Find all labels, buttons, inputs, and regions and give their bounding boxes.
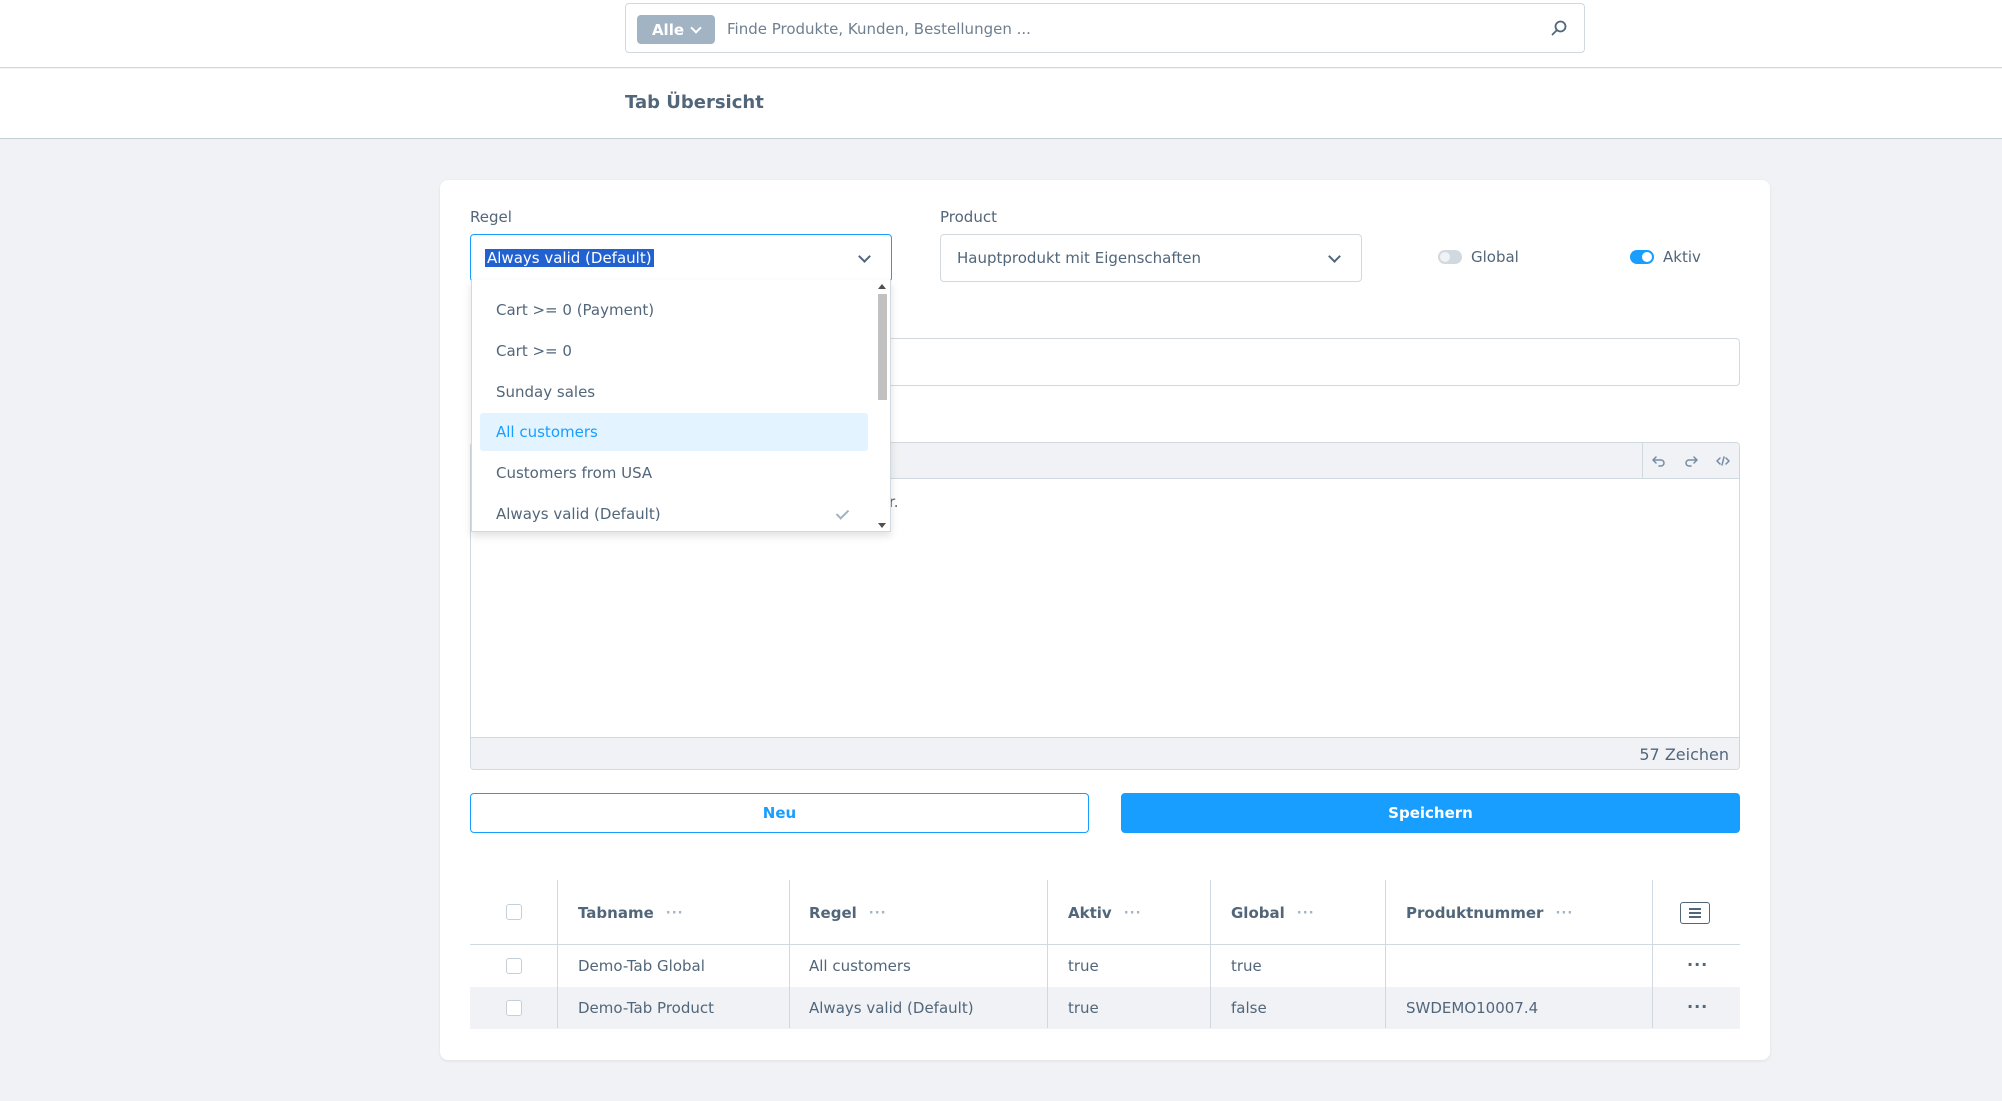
row-action-menu[interactable]: ··· (1687, 997, 1708, 1016)
dropdown-option[interactable]: Sunday sales (480, 373, 868, 411)
column-header-aktiv[interactable]: Aktiv ··· (1068, 904, 1142, 922)
cell-global: false (1231, 999, 1267, 1017)
cell-global: true (1231, 957, 1262, 975)
table-row[interactable]: Demo-Tab Global All customers true true … (470, 945, 1740, 987)
smart-bar (0, 69, 2002, 139)
dropdown-scrollbar[interactable] (874, 280, 890, 531)
new-button[interactable]: Neu (470, 793, 1089, 833)
product-select[interactable]: Hauptprodukt mit Eigenschaften (940, 234, 1362, 282)
global-toggle[interactable] (1438, 250, 1462, 264)
global-toggle-label: Global (1471, 248, 1519, 266)
dropdown-option[interactable]: Cart >= 0 (Payment) (480, 291, 868, 329)
column-divider (789, 880, 790, 1028)
rule-select[interactable]: Always valid (Default) (470, 234, 892, 282)
search-icon[interactable] (1550, 19, 1568, 37)
column-header-label: Aktiv (1068, 904, 1112, 922)
column-divider (557, 880, 558, 1028)
dropdown-option-highlighted[interactable]: All customers (480, 413, 868, 451)
column-divider (1652, 880, 1653, 1028)
undo-icon[interactable] (1643, 443, 1675, 479)
cell-tabname: Demo-Tab Global (578, 957, 705, 975)
chevron-down-icon (690, 21, 702, 34)
cell-tabname: Demo-Tab Product (578, 999, 714, 1017)
grid-header: Tabname ··· Regel ··· Aktiv ··· Global ·… (470, 880, 1740, 945)
editor-tools (1642, 443, 1739, 479)
column-divider (1210, 880, 1211, 1028)
dropdown-option[interactable]: Cart >= 0 (480, 332, 868, 370)
active-toggle[interactable] (1630, 250, 1654, 264)
search-type-label: Alle (651, 20, 685, 39)
chevron-down-icon (858, 250, 871, 263)
char-count: 57 Zeichen (1639, 745, 1729, 764)
scroll-down-icon[interactable] (878, 523, 886, 528)
rule-label: Regel (470, 208, 512, 226)
editor-footer: 57 Zeichen (471, 737, 1739, 769)
cell-aktiv: true (1068, 957, 1099, 975)
column-header-produktnummer[interactable]: Produktnummer ··· (1406, 904, 1573, 922)
column-menu-icon[interactable]: ··· (1555, 906, 1573, 921)
dropdown-option-label: Always valid (Default) (496, 505, 661, 523)
chevron-down-icon (1328, 250, 1341, 263)
tab-name-input[interactable] (880, 338, 1740, 386)
column-header-tabname[interactable]: Tabname ··· (578, 904, 684, 922)
global-search: Alle (625, 3, 1585, 53)
column-menu-icon[interactable]: ··· (666, 906, 684, 921)
checkmark-icon (835, 506, 850, 520)
row-checkbox[interactable] (506, 958, 522, 974)
grid-settings-button[interactable] (1680, 902, 1710, 924)
cell-regel: All customers (809, 957, 911, 975)
code-view-icon[interactable] (1707, 443, 1739, 479)
active-toggle-label: Aktiv (1663, 248, 1701, 266)
rule-select-value: Always valid (Default) (485, 249, 654, 267)
select-all-checkbox[interactable] (506, 904, 522, 920)
row-action-menu[interactable]: ··· (1687, 955, 1708, 974)
cell-produktnummer: SWDEMO10007.4 (1406, 999, 1539, 1017)
column-header-label: Global (1231, 904, 1285, 922)
row-checkbox[interactable] (506, 1000, 522, 1016)
column-menu-icon[interactable]: ··· (869, 906, 887, 921)
column-header-label: Produktnummer (1406, 904, 1544, 922)
column-menu-icon[interactable]: ··· (1124, 906, 1142, 921)
search-input[interactable] (727, 14, 1507, 44)
cell-aktiv: true (1068, 999, 1099, 1017)
scrollbar-thumb[interactable] (878, 294, 887, 400)
column-divider (1385, 880, 1386, 1028)
column-header-global[interactable]: Global ··· (1231, 904, 1315, 922)
dropdown-option[interactable]: Customers from USA (480, 454, 868, 492)
column-header-regel[interactable]: Regel ··· (809, 904, 887, 922)
search-type-select[interactable]: Alle (637, 15, 715, 44)
save-button[interactable]: Speichern (1121, 793, 1740, 833)
column-header-label: Tabname (578, 904, 654, 922)
table-row[interactable]: Demo-Tab Product Always valid (Default) … (470, 987, 1740, 1029)
column-header-label: Regel (809, 904, 857, 922)
top-bar: Alle (0, 0, 2002, 68)
column-menu-icon[interactable]: ··· (1297, 906, 1315, 921)
scroll-up-icon[interactable] (878, 284, 886, 289)
redo-icon[interactable] (1675, 443, 1707, 479)
product-label: Product (940, 208, 997, 226)
page-title: Tab Übersicht (625, 92, 764, 113)
product-select-value: Hauptprodukt mit Eigenschaften (957, 249, 1202, 267)
cell-regel: Always valid (Default) (809, 999, 974, 1017)
column-divider (1047, 880, 1048, 1028)
rule-dropdown-list: Cart >= 0 (Payment) Cart >= 0 Sunday sal… (471, 280, 891, 532)
dropdown-option-selected[interactable]: Always valid (Default) (480, 495, 868, 531)
